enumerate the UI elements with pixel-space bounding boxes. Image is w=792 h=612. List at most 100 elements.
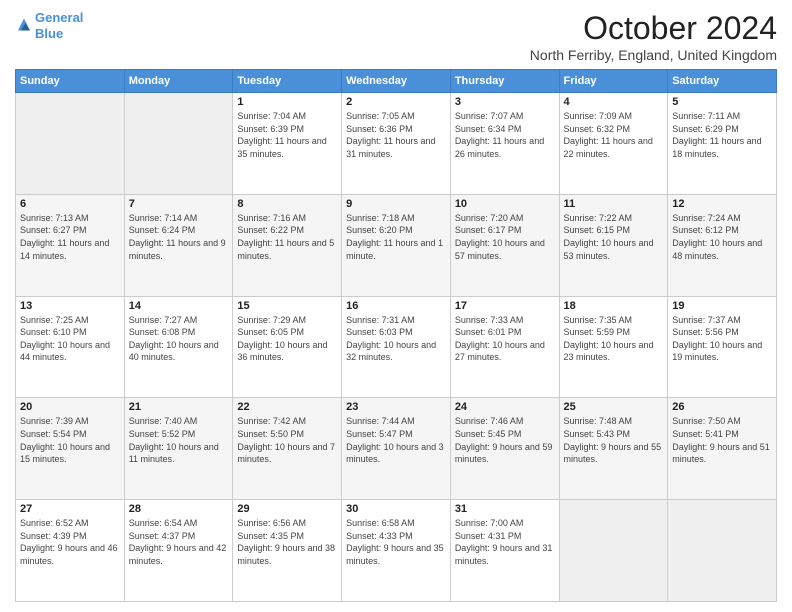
day-number: 23 xyxy=(346,401,446,413)
day-number: 18 xyxy=(564,300,664,312)
day-info: Sunrise: 7:40 AMSunset: 5:52 PMDaylight:… xyxy=(129,415,229,465)
day-info: Sunrise: 7:09 AMSunset: 6:32 PMDaylight:… xyxy=(564,110,664,160)
day-info: Sunrise: 7:37 AMSunset: 5:56 PMDaylight:… xyxy=(672,314,772,364)
calendar-cell: 14 Sunrise: 7:27 AMSunset: 6:08 PMDayligh… xyxy=(124,296,233,398)
day-of-week-header: Saturday xyxy=(668,70,777,93)
calendar-cell: 9Sunrise: 7:18 AMSunset: 6:20 PMDaylight… xyxy=(342,194,451,296)
calendar-week-row: 1 Sunrise: 7:04 AMSunset: 6:39 PMDaylight… xyxy=(16,93,777,195)
day-info: Sunrise: 7:31 AMSunset: 6:03 PMDaylight:… xyxy=(346,314,446,364)
calendar-cell: 1 Sunrise: 7:04 AMSunset: 6:39 PMDaylight… xyxy=(233,93,342,195)
day-number: 5 xyxy=(672,96,772,108)
day-number: 1 xyxy=(237,96,337,108)
day-number: 19 xyxy=(672,300,772,312)
calendar-cell: 2Sunrise: 7:05 AMSunset: 6:36 PMDaylight… xyxy=(342,93,451,195)
day-of-week-header: Monday xyxy=(124,70,233,93)
calendar-week-row: 6 Sunrise: 7:13 AMSunset: 6:27 PMDaylight… xyxy=(16,194,777,296)
calendar-cell: 16Sunrise: 7:31 AMSunset: 6:03 PMDayligh… xyxy=(342,296,451,398)
day-info: Sunrise: 7:13 AMSunset: 6:27 PMDaylight:… xyxy=(20,212,120,262)
calendar-cell: 10Sunrise: 7:20 AMSunset: 6:17 PMDayligh… xyxy=(450,194,559,296)
calendar-cell: 23Sunrise: 7:44 AMSunset: 5:47 PMDayligh… xyxy=(342,398,451,500)
day-number: 29 xyxy=(237,503,337,515)
day-info: Sunrise: 7:14 AMSunset: 6:24 PMDaylight:… xyxy=(129,212,229,262)
day-number: 3 xyxy=(455,96,555,108)
calendar-cell: 18 Sunrise: 7:35 AMSunset: 5:59 PMDayligh… xyxy=(559,296,668,398)
day-info: Sunrise: 7:00 AMSunset: 4:31 PMDaylight:… xyxy=(455,517,555,567)
day-number: 11 xyxy=(564,198,664,210)
day-number: 14 xyxy=(129,300,229,312)
calendar-header-row: SundayMondayTuesdayWednesdayThursdayFrid… xyxy=(16,70,777,93)
calendar-cell xyxy=(559,500,668,602)
calendar-cell: 31 Sunrise: 7:00 AMSunset: 4:31 PMDayligh… xyxy=(450,500,559,602)
calendar-cell: 5 Sunrise: 7:11 AMSunset: 6:29 PMDaylight… xyxy=(668,93,777,195)
day-number: 10 xyxy=(455,198,555,210)
subtitle: North Ferriby, England, United Kingdom xyxy=(530,47,777,63)
day-number: 4 xyxy=(564,96,664,108)
day-info: Sunrise: 7:39 AMSunset: 5:54 PMDaylight:… xyxy=(20,415,120,465)
calendar-cell: 24Sunrise: 7:46 AMSunset: 5:45 PMDayligh… xyxy=(450,398,559,500)
calendar-cell: 21 Sunrise: 7:40 AMSunset: 5:52 PMDayligh… xyxy=(124,398,233,500)
calendar-cell: 4 Sunrise: 7:09 AMSunset: 6:32 PMDaylight… xyxy=(559,93,668,195)
day-info: Sunrise: 6:58 AMSunset: 4:33 PMDaylight:… xyxy=(346,517,446,567)
calendar-cell: 20 Sunrise: 7:39 AMSunset: 5:54 PMDayligh… xyxy=(16,398,125,500)
calendar-cell: 27 Sunrise: 6:52 AMSunset: 4:39 PMDayligh… xyxy=(16,500,125,602)
calendar-cell: 30 Sunrise: 6:58 AMSunset: 4:33 PMDayligh… xyxy=(342,500,451,602)
day-number: 30 xyxy=(346,503,446,515)
calendar-cell: 19 Sunrise: 7:37 AMSunset: 5:56 PMDayligh… xyxy=(668,296,777,398)
day-of-week-header: Wednesday xyxy=(342,70,451,93)
day-number: 2 xyxy=(346,96,446,108)
calendar-cell: 8 Sunrise: 7:16 AMSunset: 6:22 PMDaylight… xyxy=(233,194,342,296)
day-number: 12 xyxy=(672,198,772,210)
day-info: Sunrise: 7:04 AMSunset: 6:39 PMDaylight:… xyxy=(237,110,337,160)
day-number: 31 xyxy=(455,503,555,515)
calendar-cell xyxy=(16,93,125,195)
day-info: Sunrise: 7:33 AMSunset: 6:01 PMDaylight:… xyxy=(455,314,555,364)
day-of-week-header: Sunday xyxy=(16,70,125,93)
calendar-cell: 17Sunrise: 7:33 AMSunset: 6:01 PMDayligh… xyxy=(450,296,559,398)
calendar-cell: 12 Sunrise: 7:24 AMSunset: 6:12 PMDayligh… xyxy=(668,194,777,296)
day-info: Sunrise: 6:54 AMSunset: 4:37 PMDaylight:… xyxy=(129,517,229,567)
day-info: Sunrise: 7:48 AMSunset: 5:43 PMDaylight:… xyxy=(564,415,664,465)
day-info: Sunrise: 7:25 AMSunset: 6:10 PMDaylight:… xyxy=(20,314,120,364)
page: General Blue October 2024 North Ferriby,… xyxy=(0,0,792,612)
day-number: 27 xyxy=(20,503,120,515)
calendar-week-row: 27 Sunrise: 6:52 AMSunset: 4:39 PMDayligh… xyxy=(16,500,777,602)
day-number: 21 xyxy=(129,401,229,413)
day-info: Sunrise: 7:16 AMSunset: 6:22 PMDaylight:… xyxy=(237,212,337,262)
day-info: Sunrise: 6:56 AMSunset: 4:35 PMDaylight:… xyxy=(237,517,337,567)
day-info: Sunrise: 7:46 AMSunset: 5:45 PMDaylight:… xyxy=(455,415,555,465)
calendar-cell: 3 Sunrise: 7:07 AMSunset: 6:34 PMDaylight… xyxy=(450,93,559,195)
day-info: Sunrise: 7:29 AMSunset: 6:05 PMDaylight:… xyxy=(237,314,337,364)
day-number: 26 xyxy=(672,401,772,413)
calendar-cell: 15Sunrise: 7:29 AMSunset: 6:05 PMDayligh… xyxy=(233,296,342,398)
day-of-week-header: Thursday xyxy=(450,70,559,93)
day-number: 22 xyxy=(237,401,337,413)
logo: General Blue xyxy=(15,10,83,41)
day-number: 9 xyxy=(346,198,446,210)
day-info: Sunrise: 7:07 AMSunset: 6:34 PMDaylight:… xyxy=(455,110,555,160)
day-number: 6 xyxy=(20,198,120,210)
header: General Blue October 2024 North Ferriby,… xyxy=(15,10,777,63)
calendar-cell xyxy=(668,500,777,602)
day-info: Sunrise: 7:22 AMSunset: 6:15 PMDaylight:… xyxy=(564,212,664,262)
calendar-cell: 25Sunrise: 7:48 AMSunset: 5:43 PMDayligh… xyxy=(559,398,668,500)
calendar-cell: 7Sunrise: 7:14 AMSunset: 6:24 PMDaylight… xyxy=(124,194,233,296)
day-info: Sunrise: 6:52 AMSunset: 4:39 PMDaylight:… xyxy=(20,517,120,567)
calendar-cell: 6 Sunrise: 7:13 AMSunset: 6:27 PMDaylight… xyxy=(16,194,125,296)
logo-text: General Blue xyxy=(35,10,83,41)
logo-icon xyxy=(15,17,33,35)
day-number: 13 xyxy=(20,300,120,312)
calendar-table: SundayMondayTuesdayWednesdayThursdayFrid… xyxy=(15,69,777,602)
day-info: Sunrise: 7:11 AMSunset: 6:29 PMDaylight:… xyxy=(672,110,772,160)
calendar-cell: 29 Sunrise: 6:56 AMSunset: 4:35 PMDayligh… xyxy=(233,500,342,602)
title-block: October 2024 North Ferriby, England, Uni… xyxy=(530,10,777,63)
day-info: Sunrise: 7:35 AMSunset: 5:59 PMDaylight:… xyxy=(564,314,664,364)
day-info: Sunrise: 7:27 AMSunset: 6:08 PMDaylight:… xyxy=(129,314,229,364)
day-number: 20 xyxy=(20,401,120,413)
calendar-cell: 26Sunrise: 7:50 AMSunset: 5:41 PMDayligh… xyxy=(668,398,777,500)
day-number: 8 xyxy=(237,198,337,210)
calendar-cell: 22 Sunrise: 7:42 AMSunset: 5:50 PMDayligh… xyxy=(233,398,342,500)
calendar-cell: 11 Sunrise: 7:22 AMSunset: 6:15 PMDayligh… xyxy=(559,194,668,296)
day-info: Sunrise: 7:24 AMSunset: 6:12 PMDaylight:… xyxy=(672,212,772,262)
calendar-week-row: 20 Sunrise: 7:39 AMSunset: 5:54 PMDayligh… xyxy=(16,398,777,500)
day-info: Sunrise: 7:42 AMSunset: 5:50 PMDaylight:… xyxy=(237,415,337,465)
